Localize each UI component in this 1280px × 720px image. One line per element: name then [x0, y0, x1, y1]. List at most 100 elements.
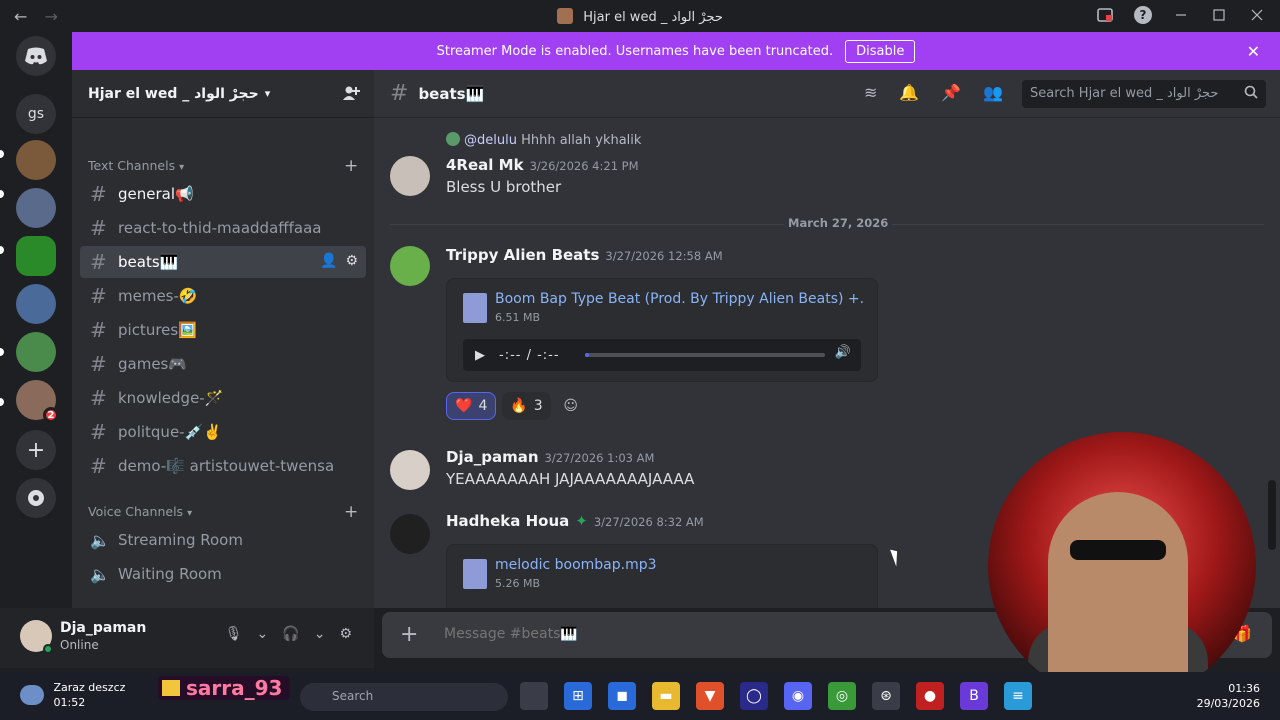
message-author[interactable]: 4Real Mk 3/26/2026 4:21 PM [446, 156, 639, 174]
gear-icon[interactable]: ⚙ [339, 626, 352, 642]
taskbar-search[interactable]: Search [300, 683, 508, 711]
author-name[interactable]: Dja_paman [446, 448, 539, 466]
add-server-icon[interactable]: + [16, 430, 56, 470]
bell-icon[interactable]: 🔔 [899, 83, 919, 102]
member-list-icon[interactable]: 👥 [983, 83, 1003, 102]
channel-politque[interactable]: # politque-💉✌️ [80, 416, 366, 448]
brave-icon[interactable]: ▼ [696, 682, 724, 710]
invite-people-icon[interactable] [342, 84, 360, 106]
user-name[interactable]: Dja_paman [60, 620, 146, 636]
gear-icon[interactable]: ⚙ [345, 253, 358, 269]
create-invite-icon[interactable]: 👤 [320, 253, 337, 269]
create-channel-icon[interactable]: + [344, 156, 358, 176]
avatar[interactable] [390, 514, 430, 554]
streamer-mode-banner: Streamer Mode is enabled. Usernames have… [72, 32, 1280, 70]
server-avatar-6[interactable]: 2 [16, 380, 59, 423]
author-name[interactable]: Hadheka Houa [446, 512, 569, 530]
channel-knowledge[interactable]: # knowledge-🪄 [80, 382, 366, 414]
hash-icon: # [90, 318, 107, 342]
reaction-heart[interactable]: ❤️ 4 [446, 392, 497, 420]
app-circle-icon[interactable]: ◯ [740, 682, 768, 710]
message-input[interactable] [444, 626, 944, 642]
author-name[interactable]: Trippy Alien Beats [446, 246, 599, 264]
attachment-size: 6.51 MB [495, 311, 541, 324]
task-view-icon[interactable] [520, 682, 548, 710]
minimize-icon[interactable] [1172, 6, 1190, 24]
channel-memes[interactable]: # memes-🤣 [80, 280, 366, 312]
add-reaction-icon[interactable]: ☺ [557, 392, 585, 420]
avatar[interactable] [390, 450, 430, 490]
discord-icon[interactable]: ◉ [784, 682, 812, 710]
play-icon[interactable]: ▶ [475, 348, 485, 363]
server-rail: gs 2 + [0, 32, 72, 672]
channel-beats[interactable]: # beats🎹 👤 ⚙ [80, 246, 366, 278]
hash-icon: # [90, 250, 107, 274]
chrome-icon[interactable]: ◎ [828, 682, 856, 710]
attachment-filename[interactable]: Boom Bap Type Beat (Prod. By Trippy Alie… [495, 291, 865, 307]
headphones-icon[interactable]: 🎧 [282, 626, 299, 642]
close-icon[interactable]: ✕ [1247, 42, 1260, 61]
message-author[interactable]: Hadheka Houa ✦ 3/27/2026 8:32 AM [446, 512, 704, 530]
upload-plus-icon[interactable]: + [400, 622, 418, 647]
weather-widget[interactable]: Zaraz deszcz 01:52 [20, 680, 125, 710]
microphone-icon[interactable]: 🎙 [225, 626, 243, 642]
audio-file-icon [463, 293, 487, 323]
search-input[interactable]: Search Hjar el wed _ حجرْ الواد [1022, 80, 1266, 108]
hash-icon: # [90, 386, 107, 410]
voice-channel-waiting-room[interactable]: 🔈 Waiting Room [80, 558, 366, 590]
chevron-down-icon[interactable]: ⌄ [314, 626, 326, 642]
help-icon[interactable]: ? [1134, 6, 1152, 24]
channel-pictures[interactable]: # pictures🖼️ [80, 314, 366, 346]
message-timestamp: 3/26/2026 4:21 PM [529, 159, 639, 173]
create-channel-icon[interactable]: + [344, 502, 358, 522]
message-author[interactable]: Trippy Alien Beats 3/27/2026 12:58 AM [446, 246, 723, 264]
taskbar-clock[interactable]: 01:36 29/03/2026 [1197, 681, 1260, 711]
maximize-icon[interactable] [1210, 6, 1228, 24]
server-avatar-3[interactable] [16, 236, 56, 276]
notepad-icon[interactable]: ≡ [1004, 682, 1032, 710]
author-name[interactable]: 4Real Mk [446, 156, 524, 174]
app-b-icon[interactable]: B [960, 682, 988, 710]
chevron-down-icon: ▾ [179, 162, 185, 173]
server-avatar-5[interactable] [16, 332, 56, 372]
server-avatar-1[interactable] [16, 140, 56, 180]
channel-label: beats🎹 [118, 253, 179, 271]
channel-header: # beats🎹 ≋ 🔔 📌 👥 Search Hjar el wed _ حج… [374, 70, 1280, 118]
volume-icon[interactable]: 🔊 [835, 345, 851, 360]
weather-title: Zaraz deszcz [53, 681, 126, 694]
text-channels-category[interactable]: Text Channels ▾ + [88, 156, 358, 176]
close-window-icon[interactable] [1248, 6, 1266, 24]
message-author[interactable]: Dja_paman 3/27/2026 1:03 AM [446, 448, 654, 466]
avatar[interactable] [390, 246, 430, 286]
channel-demo[interactable]: # demo-🎼 artistouwet-twensa [80, 450, 366, 482]
disable-button[interactable]: Disable [845, 39, 916, 63]
server-avatar-2[interactable] [16, 188, 56, 228]
attachment-filename[interactable]: melodic boombap.mp3 [495, 557, 865, 573]
obs-icon[interactable]: ⊛ [872, 682, 900, 710]
channel-general[interactable]: # general📢 [80, 178, 366, 210]
discover-icon[interactable] [16, 478, 56, 518]
scrollbar[interactable] [1268, 480, 1276, 550]
windows-icon[interactable]: ⊞ [564, 682, 592, 710]
server-gs[interactable]: gs [16, 94, 56, 134]
voice-channel-streaming-room[interactable]: 🔈 Streaming Room [80, 524, 366, 556]
pin-icon[interactable]: 📌 [941, 83, 961, 102]
reaction-fire[interactable]: 🔥 3 [502, 392, 551, 420]
chevron-down-icon[interactable]: ⌄ [257, 626, 269, 642]
avatar[interactable] [390, 156, 430, 196]
unread-pill [0, 398, 4, 406]
store-icon[interactable]: ◼ [608, 682, 636, 710]
discord-home-icon[interactable] [16, 36, 56, 76]
inbox-icon[interactable] [1096, 6, 1114, 24]
voice-channels-category[interactable]: Voice Channels ▾ + [88, 502, 358, 522]
threads-icon[interactable]: ≋ [864, 83, 877, 102]
audio-time: -:-- / -:-- [499, 347, 560, 363]
audio-progress-bar[interactable] [585, 353, 825, 357]
server-avatar-4[interactable] [16, 284, 56, 324]
channel-react-to-thid[interactable]: # react-to-thid-maaddafffaaa [80, 212, 366, 244]
server-header[interactable]: Hjar el wed _ حجرْ الواد ▾ [72, 70, 374, 118]
channel-games[interactable]: # games🎮 [80, 348, 366, 380]
folder-icon[interactable]: ▬ [652, 682, 680, 710]
reply-reference[interactable]: @delulu Hhhh allah ykhalik [446, 132, 641, 148]
app-red-icon[interactable]: ● [916, 682, 944, 710]
